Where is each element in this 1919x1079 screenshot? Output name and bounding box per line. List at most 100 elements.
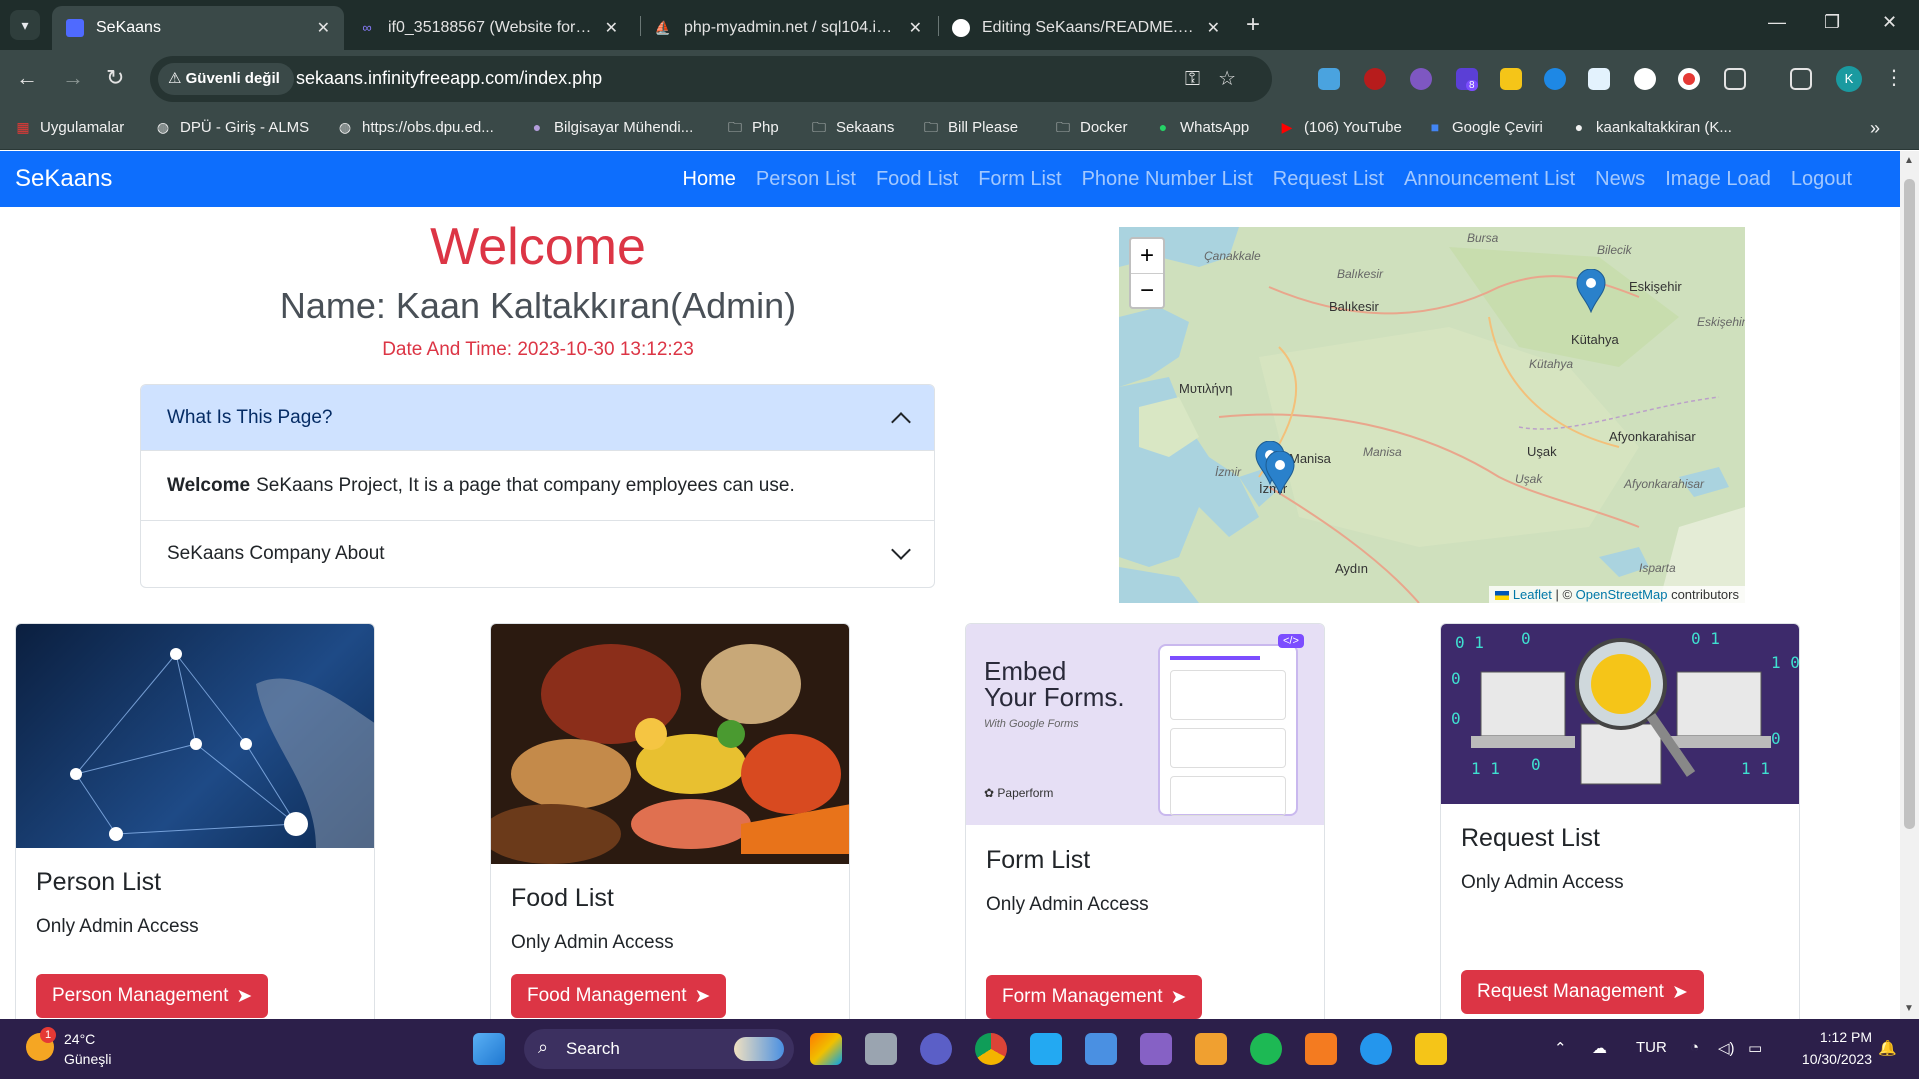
taskbar-search[interactable]: ⌕ Search (524, 1029, 794, 1069)
accordion-header-company-about[interactable]: SeKaans Company About (141, 521, 934, 587)
nav-home[interactable]: Home (683, 168, 736, 191)
accordion-header-what-is-this-page[interactable]: What Is This Page? (141, 385, 934, 451)
osm-link[interactable]: OpenStreetMap (1576, 587, 1668, 602)
ublock-icon[interactable] (1364, 68, 1386, 90)
chrome-icon[interactable] (975, 1033, 1007, 1065)
weather-description[interactable]: Güneşli (64, 1051, 111, 1067)
map-marker-icon[interactable] (1576, 269, 1606, 313)
record-icon[interactable] (1678, 68, 1700, 90)
extension-icon[interactable]: 8 (1456, 68, 1478, 91)
close-tab-icon[interactable]: ✕ (1207, 18, 1220, 38)
scroll-thumb[interactable] (1904, 179, 1915, 829)
chat-icon[interactable] (920, 1033, 952, 1065)
file-explorer-icon[interactable] (1415, 1033, 1447, 1065)
nav-request-list[interactable]: Request List (1273, 168, 1384, 191)
visual-studio-icon[interactable] (1140, 1033, 1172, 1065)
close-tab-icon[interactable]: ✕ (909, 18, 922, 38)
tab-sekaans[interactable]: SeKaans ✕ (52, 6, 344, 50)
tab-infinityfree[interactable]: ∞ if0_35188567 (Website for seka ✕ (344, 6, 632, 50)
xampp-icon[interactable] (1305, 1033, 1337, 1065)
bookmark-item[interactable]: 🗀 Php (726, 118, 779, 136)
form-management-button[interactable]: Form Management ➤ (986, 975, 1203, 1019)
leaflet-link[interactable]: Leaflet (1513, 587, 1552, 602)
close-tab-icon[interactable]: ✕ (605, 18, 618, 38)
clock-time[interactable]: 1:12 PM (1790, 1029, 1872, 1045)
windows-start-icon[interactable] (473, 1033, 505, 1065)
bookmark-item[interactable]: ● Bilgisayar Mühendi... (528, 118, 693, 136)
mail-icon[interactable] (1085, 1033, 1117, 1065)
security-chip[interactable]: ⚠ Güvenli değil (158, 63, 294, 95)
nav-news[interactable]: News (1595, 168, 1645, 191)
nav-food-list[interactable]: Food List (876, 168, 958, 191)
extension-icon[interactable] (1318, 68, 1340, 90)
address-bar[interactable]: ⚠ Güvenli değil sekaans.infinityfreeapp.… (150, 56, 1272, 102)
url-text[interactable]: sekaans.infinityfreeapp.com/index.php (296, 68, 602, 89)
bookmark-item[interactable]: ■ Google Çeviri (1426, 118, 1543, 136)
zoom-in-button[interactable]: + (1131, 239, 1163, 273)
zoom-out-button[interactable]: − (1131, 273, 1163, 307)
bookmark-item[interactable]: 🗀 Docker (1054, 118, 1128, 136)
page-scrollbar[interactable]: ▲ ▼ (1900, 151, 1919, 1019)
scroll-down-icon[interactable]: ▼ (1904, 1003, 1914, 1014)
bookmarks-overflow-icon[interactable]: » (1870, 118, 1880, 139)
scroll-up-icon[interactable]: ▲ (1904, 155, 1914, 166)
site-brand[interactable]: SeKaans (15, 165, 112, 193)
forward-arrow-icon[interactable]: → (62, 65, 84, 91)
volume-icon[interactable]: ◁) (1718, 1039, 1735, 1057)
spotify-icon[interactable] (1250, 1033, 1282, 1065)
bookmark-item[interactable]: ◍ DPÜ - Giriş - ALMS (154, 118, 309, 136)
person-management-button[interactable]: Person Management ➤ (36, 974, 269, 1018)
extension-icon[interactable] (1410, 68, 1432, 90)
nav-logout[interactable]: Logout (1791, 168, 1852, 191)
cloud-icon[interactable]: ☁ (1592, 1039, 1607, 1057)
nav-announcement-list[interactable]: Announcement List (1404, 168, 1575, 191)
bookmark-star-icon[interactable]: ☆ (1218, 68, 1254, 90)
docker-icon[interactable] (1360, 1033, 1392, 1065)
bookmark-item[interactable]: ▶ (106) YouTube (1278, 118, 1402, 136)
clock-date[interactable]: 10/30/2023 (1780, 1051, 1872, 1067)
vscode-icon[interactable] (1030, 1033, 1062, 1065)
task-view-icon[interactable] (865, 1033, 897, 1065)
bookmark-item[interactable]: 🗀 Bill Please (922, 118, 1018, 136)
kebab-menu-icon[interactable]: ⋮ (1884, 65, 1904, 90)
puzzle-icon[interactable] (1724, 68, 1746, 90)
close-window-icon[interactable]: ✕ (1882, 12, 1897, 33)
nav-form-list[interactable]: Form List (978, 168, 1061, 191)
nav-image-load[interactable]: Image Load (1665, 168, 1771, 191)
new-tab-icon[interactable]: + (1246, 11, 1260, 39)
weather-temperature[interactable]: 24°C (64, 1031, 95, 1047)
input-language[interactable]: TUR (1636, 1039, 1667, 1056)
food-management-button[interactable]: Food Management ➤ (511, 974, 727, 1018)
bookmark-item[interactable]: ● kaankaltakkiran (K... (1570, 118, 1732, 136)
bookmark-item[interactable]: 🗀 Sekaans (810, 118, 894, 136)
reload-icon[interactable]: ↻ (106, 65, 124, 91)
bookmark-item[interactable]: ▦ Uygulamalar (14, 118, 124, 136)
app-icon[interactable] (1195, 1033, 1227, 1065)
chevron-up-icon[interactable]: ⌃ (1554, 1039, 1567, 1057)
tab-phpmyadmin[interactable]: ⛵ php-myadmin.net / sql104.infin ✕ (640, 6, 936, 50)
restore-icon[interactable]: ❐ (1824, 12, 1840, 33)
tab-github[interactable]: Editing SeKaans/README.md a ✕ (938, 6, 1234, 50)
profile-avatar[interactable]: K (1836, 66, 1862, 92)
close-tab-icon[interactable]: ✕ (317, 18, 330, 38)
back-arrow-icon[interactable]: ← (16, 65, 38, 91)
bookmark-item[interactable]: ● WhatsApp (1154, 118, 1249, 136)
request-management-button[interactable]: Request Management ➤ (1461, 970, 1704, 1014)
key-icon[interactable]: ⚿ (1185, 68, 1218, 90)
extension-icon[interactable] (1588, 68, 1610, 90)
tab-search-button[interactable]: ▾ (10, 10, 40, 40)
battery-icon[interactable]: ▭ (1748, 1039, 1762, 1057)
extension-icon[interactable] (1634, 68, 1656, 90)
minimize-icon[interactable]: — (1768, 12, 1786, 33)
wifi-icon[interactable]: ◔ (1690, 1039, 1699, 1056)
side-panel-icon[interactable] (1790, 68, 1812, 90)
nav-person-list[interactable]: Person List (756, 168, 856, 191)
notification-bell-icon[interactable]: 🔔 (1878, 1039, 1897, 1057)
extension-icon[interactable] (1500, 68, 1522, 90)
nav-phone-number-list[interactable]: Phone Number List (1082, 168, 1253, 191)
copilot-icon[interactable] (810, 1033, 842, 1065)
bookmark-item[interactable]: ◍ https://obs.dpu.ed... (336, 118, 494, 136)
leaflet-map[interactable]: Çanakkale Balıkesir Balıkesir Bursa Bile… (1119, 227, 1745, 603)
map-marker-icon[interactable] (1265, 451, 1295, 495)
extension-icon[interactable] (1544, 68, 1566, 90)
